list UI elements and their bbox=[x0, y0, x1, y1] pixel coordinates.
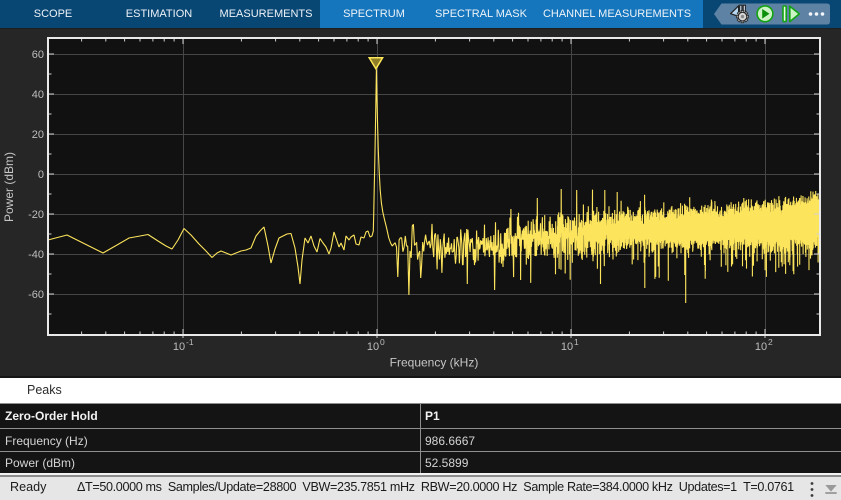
svg-text:10: 10 bbox=[367, 341, 379, 353]
svg-text:-40: -40 bbox=[28, 249, 44, 261]
svg-text:2: 2 bbox=[768, 337, 773, 347]
svg-text:0: 0 bbox=[380, 337, 385, 347]
svg-text:-20: -20 bbox=[28, 209, 44, 221]
svg-text:Power (dBm): Power (dBm) bbox=[2, 152, 16, 222]
svg-text:10: 10 bbox=[173, 341, 185, 353]
svg-text:-1: -1 bbox=[186, 337, 194, 347]
svg-text:40: 40 bbox=[32, 89, 44, 101]
svg-text:10: 10 bbox=[755, 341, 767, 353]
svg-text:10: 10 bbox=[561, 341, 573, 353]
svg-text:-60: -60 bbox=[28, 289, 44, 301]
svg-text:20: 20 bbox=[32, 129, 44, 141]
svg-text:1: 1 bbox=[574, 337, 579, 347]
svg-text:60: 60 bbox=[32, 49, 44, 61]
svg-text:0: 0 bbox=[38, 169, 44, 181]
svg-text:Frequency (kHz): Frequency (kHz) bbox=[390, 356, 479, 370]
